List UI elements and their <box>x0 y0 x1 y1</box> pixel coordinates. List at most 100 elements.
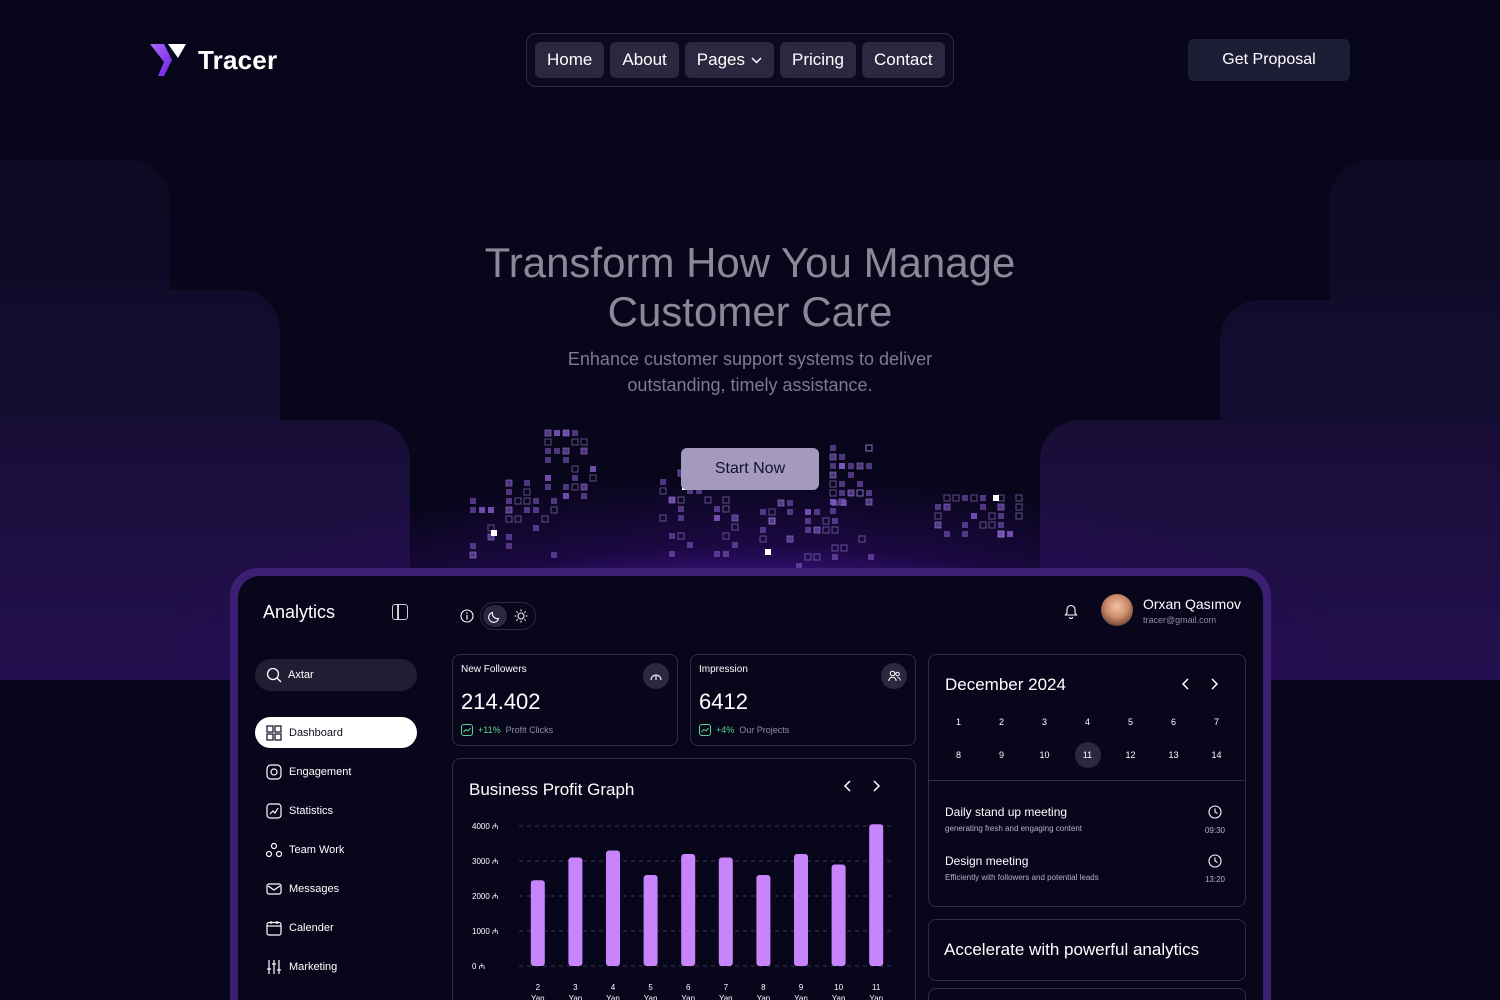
calendar-card: December 2024 1234567 8 9 10 11 12 13 14 Daily… <box>928 654 1246 907</box>
calendar-day[interactable]: 1 <box>937 709 980 735</box>
calendar-day[interactable]: 2 <box>980 709 1023 735</box>
mail-icon <box>265 880 283 898</box>
x-tick-label: 9 <box>799 983 804 992</box>
y-tick-label: 4000 ₼ <box>472 822 499 831</box>
bar[interactable] <box>568 857 583 967</box>
calendar-day[interactable]: 5 <box>1109 709 1152 735</box>
sidebar-item-label: Team Work <box>289 843 345 856</box>
x-tick-label: Yan <box>869 994 883 1000</box>
x-tick-label: 10 <box>834 983 843 992</box>
stat-footer: +11% Profit Clicks <box>461 724 553 736</box>
bar[interactable] <box>681 854 696 966</box>
calendar-day[interactable]: 6 <box>1152 709 1195 735</box>
x-tick-label: Yan <box>832 994 846 1000</box>
y-tick-label: 1000 ₼ <box>472 927 499 936</box>
y-tick-label: 0 ₼ <box>472 962 485 971</box>
bar[interactable] <box>794 854 808 966</box>
chevron-left-icon[interactable] <box>843 779 853 793</box>
sidebar-item-calender[interactable]: Calender <box>255 912 417 943</box>
logo[interactable]: Tracer <box>150 44 277 76</box>
hero-title-line: Transform How You Manage <box>484 239 1016 286</box>
bell-icon[interactable] <box>1064 604 1078 620</box>
calendar-day[interactable]: 14 <box>1195 742 1238 768</box>
x-tick-label: 7 <box>724 983 729 992</box>
bar[interactable] <box>831 864 846 967</box>
grid-icon <box>265 724 283 742</box>
divider <box>929 780 1245 781</box>
get-proposal-button[interactable]: Get Proposal <box>1188 39 1350 81</box>
calendar-day[interactable]: 10 <box>1023 742 1066 768</box>
sidebar-item-label: Statistics <box>289 804 334 817</box>
calendar-day[interactable]: 9 <box>980 742 1023 768</box>
x-tick-label: Yan <box>719 994 733 1000</box>
stat-change: +11% <box>478 725 501 735</box>
start-now-button[interactable]: Start Now <box>681 448 819 490</box>
calendar-week: 1234567 <box>937 709 1238 735</box>
sidebar-item-marketing[interactable]: Marketing <box>255 951 417 982</box>
event-item[interactable]: Design meeting Efficiently with follower… <box>945 854 1099 882</box>
bar-chart: 0 ₼ 1000 ₼ 2000 ₼ 3000 ₼ 4000 ₼ 2 Yan 3 Yan 4 Yan 5… <box>472 822 895 1000</box>
bar[interactable] <box>718 857 733 967</box>
promo-card[interactable]: Accelerate with powerful analytics <box>928 919 1246 981</box>
x-tick-label: 11 <box>872 983 881 992</box>
bar[interactable] <box>756 875 771 966</box>
sun-icon[interactable] <box>509 605 533 627</box>
search-input[interactable]: Axtar <box>255 659 417 691</box>
bar[interactable] <box>643 875 658 966</box>
moon-icon[interactable] <box>483 605 507 627</box>
stat-value: 6412 <box>699 689 748 714</box>
info-icon[interactable] <box>460 609 474 623</box>
calendar-icon <box>265 919 283 937</box>
bar[interactable] <box>530 880 545 966</box>
trend-up-icon <box>461 724 473 736</box>
chevron-right-icon[interactable] <box>871 779 881 793</box>
x-tick-label: 3 <box>573 983 578 992</box>
sidebar-item-messages[interactable]: Messages <box>255 873 417 904</box>
sidebar-item-team-work[interactable]: Team Work <box>255 834 417 865</box>
nav-pages[interactable]: Pages <box>684 42 774 78</box>
sidebar-item-label: Engagement <box>289 765 352 778</box>
calendar-day[interactable]: 7 <box>1195 709 1238 735</box>
event-title: Design meeting <box>945 854 1029 868</box>
nav-home[interactable]: Home <box>535 42 605 78</box>
calendar-day[interactable]: 4 <box>1066 709 1109 735</box>
bar[interactable] <box>606 850 620 967</box>
promo-text: Accelerate with powerful analytics <box>944 940 1200 959</box>
chevron-right-icon[interactable] <box>1209 677 1219 691</box>
gauge-icon[interactable] <box>643 663 669 689</box>
info-card <box>928 988 1246 1000</box>
calendar-day-selected[interactable]: 11 <box>1074 742 1101 768</box>
theme-toggle[interactable] <box>480 602 536 630</box>
stat-note: Our Projects <box>739 725 790 735</box>
sidebar-item-statistics[interactable]: Statistics <box>255 795 417 826</box>
dashboard-preview: Analytics Axtar Dashboard Engagement Sta… <box>230 568 1271 1000</box>
calendar-day[interactable]: 8 <box>937 742 980 768</box>
calendar-week: 8 9 10 11 12 13 14 <box>937 742 1238 768</box>
sidebar-item-engagement[interactable]: Engagement <box>255 756 417 787</box>
chevron-left-icon[interactable] <box>1181 677 1191 691</box>
x-tick-label: Yan <box>531 994 545 1000</box>
nav-about[interactable]: About <box>610 42 679 78</box>
nav-contact[interactable]: Contact <box>861 42 945 78</box>
dashboard-window: Analytics Axtar Dashboard Engagement Sta… <box>238 576 1263 1000</box>
team-icon <box>265 841 283 859</box>
calendar-day[interactable]: 3 <box>1023 709 1066 735</box>
clock-icon <box>1208 805 1222 819</box>
event-item[interactable]: Daily stand up meeting generating fresh … <box>945 805 1082 833</box>
sidebar-item-dashboard[interactable]: Dashboard <box>255 717 417 748</box>
sidebar-collapse-icon[interactable] <box>392 604 408 620</box>
stat-label: New Followers <box>461 664 527 675</box>
profit-graph-card: Business Profit Graph 0 ₼ 1000 ₼ 2000 ₼ 300… <box>452 758 916 1000</box>
hero-title: Transform How You Manage Customer Care <box>380 238 1120 336</box>
nav-pricing[interactable]: Pricing <box>780 42 856 78</box>
bar[interactable] <box>869 824 884 966</box>
sliders-icon <box>265 958 283 976</box>
event-time-value: 09:30 <box>1204 826 1225 835</box>
calendar-day[interactable]: 12 <box>1109 742 1152 768</box>
users-icon[interactable] <box>881 663 907 689</box>
brand-name: Tracer <box>198 44 278 75</box>
x-tick-label: Yan <box>794 994 808 1000</box>
calendar-day[interactable]: 13 <box>1152 742 1195 768</box>
user-profile[interactable]: Orxan Qasımov tracer@gmail.com <box>1100 594 1241 626</box>
event-title: Daily stand up meeting <box>945 805 1068 819</box>
